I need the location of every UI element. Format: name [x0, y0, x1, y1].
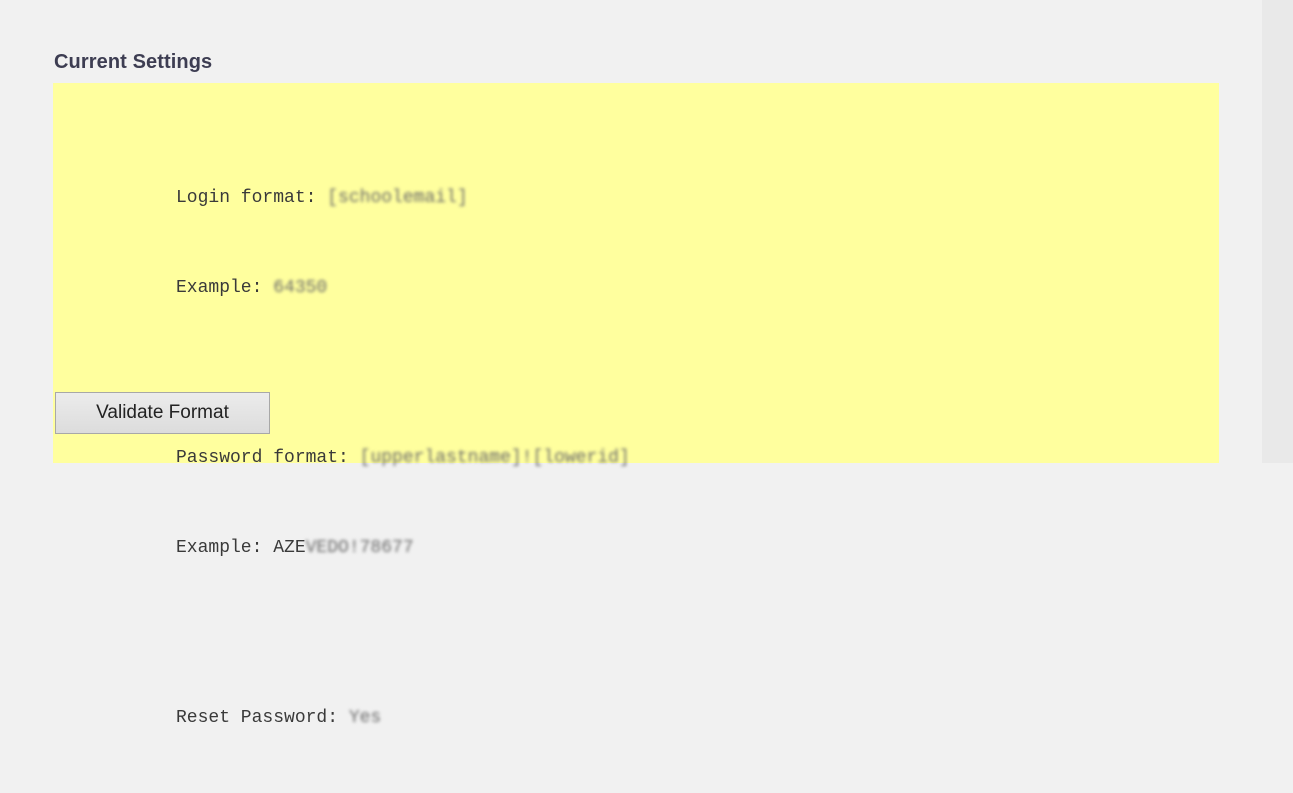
password-format-label: Password format: — [176, 448, 360, 468]
login-example-label: Example: — [176, 278, 274, 298]
section-title: Current Settings — [54, 51, 213, 73]
login-example-value: 64350 — [273, 278, 328, 298]
password-format-value: [upperlastname]![lowerid] — [359, 448, 630, 468]
password-example-value: VEDO!78677 — [305, 538, 414, 558]
login-example-line: Example: 64350 — [176, 273, 630, 303]
reset-password-value: Yes — [348, 708, 382, 728]
login-format-value: [schoolemail] — [327, 188, 468, 208]
page-right-edge — [1262, 0, 1293, 463]
login-format-label: Login format: — [176, 188, 328, 208]
settings-text: Login format: [schoolemail] Example: 643… — [176, 123, 630, 793]
password-example-line: Example: AZEVEDO!78677 — [176, 533, 630, 563]
login-format-line: Login format: [schoolemail] — [176, 183, 630, 213]
current-settings-panel: Login format: [schoolemail] Example: 643… — [53, 83, 1219, 728]
password-format-line: Password format: [upperlastname]![loweri… — [176, 443, 630, 473]
password-example-label: Example: AZE — [176, 538, 306, 558]
reset-password-label: Reset Password: — [176, 708, 349, 728]
reset-password-line: Reset Password: Yes — [176, 703, 630, 733]
validate-format-button[interactable]: Validate Format — [55, 392, 270, 434]
